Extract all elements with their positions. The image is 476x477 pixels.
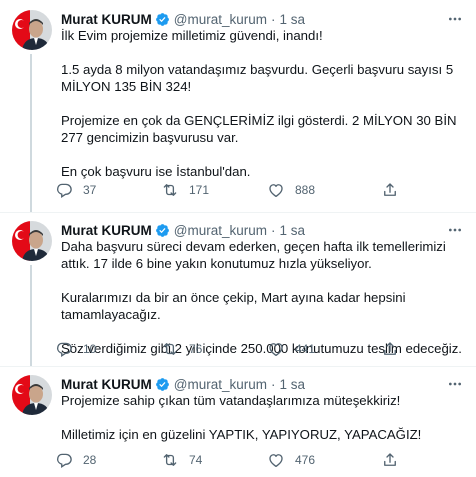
share-icon xyxy=(384,453,396,466)
tweet-actions: 37 171 888 xyxy=(53,180,396,200)
like-count: 888 xyxy=(295,183,316,197)
tweet[interactable]: Murat KURUM @murat_kurum · 1 sa Projemiz… xyxy=(0,367,476,477)
avatar-image xyxy=(12,10,52,50)
verified-badge-icon xyxy=(155,377,169,391)
tweet-paragraph: Projemize en çok da GENÇLERİMİZ ilgi gös… xyxy=(61,113,457,145)
author-name[interactable]: Murat KURUM xyxy=(61,377,152,392)
share-icon xyxy=(384,342,396,355)
share-button[interactable] xyxy=(381,450,399,470)
tweet-paragraph: İlk Evim projemize milletimiz güvendi, i… xyxy=(61,28,323,43)
more-horizontal-icon[interactable] xyxy=(446,375,464,393)
separator: · xyxy=(270,376,276,392)
author-name[interactable]: Murat KURUM xyxy=(61,12,152,27)
tweet-text: İlk Evim projemize milletimiz güvendi, i… xyxy=(61,27,466,180)
thread-line xyxy=(30,54,32,212)
retweet-count: 76 xyxy=(189,342,203,356)
reply-icon xyxy=(56,342,72,358)
like-button[interactable]: 888 xyxy=(267,180,315,200)
tweet-paragraph: En çok başvuru ise İstanbul'dan. xyxy=(61,164,251,179)
tweet-header: Murat KURUM @murat_kurum · 1 sa xyxy=(61,375,305,393)
reply-button[interactable]: 10 xyxy=(55,339,96,359)
avatar[interactable] xyxy=(12,375,52,415)
tweet-paragraph: Kuralarımızı da bir an önce çekip, Mart … xyxy=(61,290,406,322)
reply-icon xyxy=(56,453,72,469)
like-count: 476 xyxy=(295,453,316,467)
verified-badge-icon xyxy=(155,12,169,26)
tweet-actions: 10 76 441 xyxy=(53,339,396,359)
timestamp[interactable]: 1 sa xyxy=(279,12,305,27)
retweet-count: 171 xyxy=(189,183,210,197)
reply-button[interactable]: 37 xyxy=(55,180,96,200)
more-horizontal-icon[interactable] xyxy=(446,10,464,28)
tweet-paragraph: Projemize sahip çıkan tüm vatandaşlarımı… xyxy=(61,393,401,408)
timestamp[interactable]: 1 sa xyxy=(279,377,305,392)
like-button[interactable]: 441 xyxy=(267,339,315,359)
like-icon xyxy=(269,184,283,198)
like-button[interactable]: 476 xyxy=(267,450,315,470)
share-icon xyxy=(384,183,396,196)
author-handle[interactable]: @murat_kurum xyxy=(174,12,267,27)
timestamp[interactable]: 1 sa xyxy=(279,223,305,238)
author-name[interactable]: Murat KURUM xyxy=(61,223,152,238)
avatar-image xyxy=(12,375,52,415)
reply-count: 10 xyxy=(83,342,97,356)
share-button[interactable] xyxy=(381,339,399,359)
retweet-button[interactable]: 74 xyxy=(161,450,202,470)
retweet-button[interactable]: 171 xyxy=(161,180,209,200)
tweet-header: Murat KURUM @murat_kurum · 1 sa xyxy=(61,221,305,239)
tweet-actions: 28 74 476 xyxy=(53,450,396,470)
retweet-icon xyxy=(163,343,177,355)
tweet[interactable]: Murat KURUM @murat_kurum · 1 sa Daha baş… xyxy=(0,213,476,366)
tweet-header: Murat KURUM @murat_kurum · 1 sa xyxy=(61,10,305,28)
tweet-text: Projemize sahip çıkan tüm vatandaşlarımı… xyxy=(61,392,466,443)
author-handle[interactable]: @murat_kurum xyxy=(174,223,267,238)
like-icon xyxy=(269,454,283,468)
retweet-icon xyxy=(163,184,177,196)
retweet-icon xyxy=(163,454,177,466)
reply-count: 28 xyxy=(83,453,97,467)
tweet-paragraph: 1.5 ayda 8 milyon vatandaşımız başvurdu.… xyxy=(61,62,454,94)
more-horizontal-icon[interactable] xyxy=(446,221,464,239)
tweet-paragraph: Milletimiz için en güzelini YAPTIK, YAPI… xyxy=(61,427,422,442)
share-button[interactable] xyxy=(381,180,399,200)
retweet-count: 74 xyxy=(189,453,203,467)
tweet-paragraph: Daha başvuru süreci devam ederken, geçen… xyxy=(61,239,446,271)
verified-badge-icon xyxy=(155,223,169,237)
like-count: 441 xyxy=(295,342,316,356)
like-icon xyxy=(269,343,283,357)
tweet[interactable]: Murat KURUM @murat_kurum · 1 sa İlk Evim… xyxy=(0,0,476,212)
avatar[interactable] xyxy=(12,221,52,261)
author-handle[interactable]: @murat_kurum xyxy=(174,377,267,392)
avatar[interactable] xyxy=(12,10,52,50)
separator: · xyxy=(270,222,276,238)
reply-count: 37 xyxy=(83,183,97,197)
separator: · xyxy=(270,11,276,27)
reply-button[interactable]: 28 xyxy=(55,450,96,470)
avatar-image xyxy=(12,221,52,261)
reply-icon xyxy=(56,183,72,199)
thread-line xyxy=(30,265,32,366)
retweet-button[interactable]: 76 xyxy=(161,339,202,359)
